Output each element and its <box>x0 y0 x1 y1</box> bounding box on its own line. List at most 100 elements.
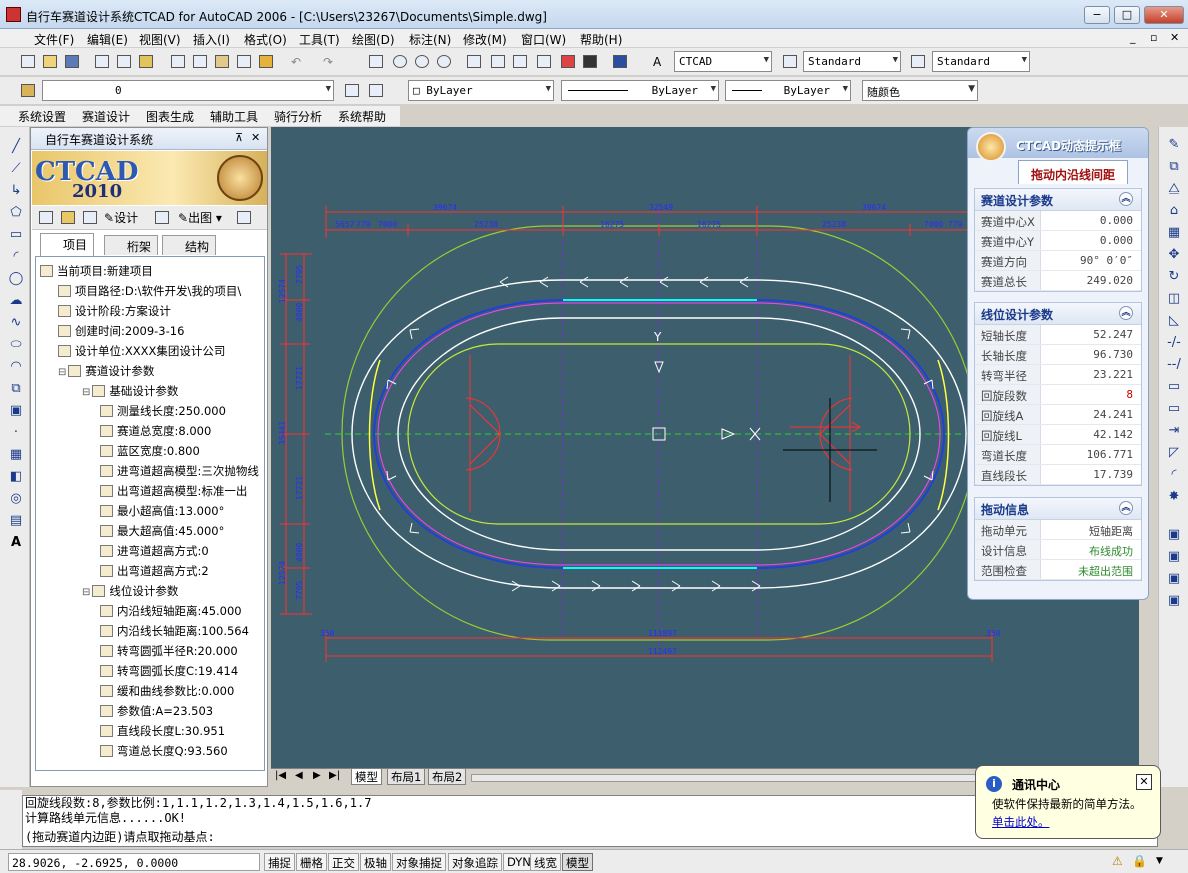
snap-toggle[interactable]: 捕捉 <box>264 853 295 871</box>
point-icon[interactable]: · <box>7 425 25 441</box>
menu-system-help[interactable]: 系统帮助 <box>338 108 386 125</box>
export-drawing-button[interactable]: ✎出图 ▾ <box>178 209 222 226</box>
ortho-toggle[interactable]: 正交 <box>328 853 359 871</box>
join-icon[interactable]: ⇥ <box>1165 423 1183 439</box>
nav-prev-icon[interactable]: ◀ <box>295 770 303 781</box>
menu-format[interactable]: 格式(O) <box>244 31 287 48</box>
linetype-select[interactable]: ByLayer <box>561 80 719 101</box>
tree-node[interactable]: 赛道总宽度:8.000 <box>100 423 211 439</box>
zoom-previous-icon[interactable] <box>434 52 454 71</box>
tree-node[interactable]: ⊟ 线位设计参数 <box>82 583 178 599</box>
layer-manager-icon[interactable] <box>18 81 38 100</box>
tree-node[interactable]: 出弯道超高模型:标准一出 <box>100 483 247 499</box>
sheet-set-icon[interactable] <box>534 52 554 71</box>
move-icon[interactable]: ✥ <box>1165 247 1183 263</box>
maximize-button[interactable]: □ <box>1114 6 1140 24</box>
lineweight-select[interactable]: ByLayer <box>725 80 851 101</box>
region-icon[interactable]: ◎ <box>7 491 25 507</box>
expand-toggle-icon[interactable]: ⊟ <box>82 587 90 598</box>
open-project-icon[interactable] <box>58 208 78 227</box>
otrack-toggle[interactable]: 对象追踪 <box>448 853 502 871</box>
minimize-button[interactable]: − <box>1084 6 1110 24</box>
cut-icon[interactable] <box>168 52 188 71</box>
doc-restore-icon[interactable]: ▫ <box>1150 31 1157 44</box>
tab-structure[interactable]: 结构 <box>162 235 217 255</box>
color-select[interactable]: □ ByLayer <box>408 80 554 101</box>
dyn-section-header[interactable]: 线位设计参数 ︽ <box>975 303 1141 325</box>
menu-file[interactable]: 文件(F) <box>34 31 74 48</box>
construction-line-icon[interactable]: ⟋ <box>7 161 25 177</box>
layer-previous-icon[interactable] <box>366 81 386 100</box>
tree-node[interactable]: 最大超高值:45.000° <box>100 523 224 539</box>
arc-icon[interactable]: ◜ <box>7 249 25 265</box>
tree-node[interactable]: 进弯道超高方式:0 <box>100 543 209 559</box>
menu-help[interactable]: 帮助(H) <box>580 31 622 48</box>
expand-toggle-icon[interactable]: ⊟ <box>82 387 90 398</box>
menu-chart-generation[interactable]: 图表生成 <box>146 108 194 125</box>
rotate-icon[interactable]: ↻ <box>1165 269 1183 285</box>
menu-dimension[interactable]: 标注(N) <box>409 31 451 48</box>
tool-palettes-icon[interactable] <box>510 52 530 71</box>
model-toggle[interactable]: 模型 <box>562 853 593 871</box>
rectangle-icon[interactable]: ▭ <box>7 227 25 243</box>
redo-icon[interactable]: ↷ <box>320 52 340 71</box>
menu-modify[interactable]: 修改(M) <box>463 31 507 48</box>
spline-icon[interactable]: ∿ <box>7 315 25 331</box>
osnap-toggle[interactable]: 对象捕捉 <box>392 853 446 871</box>
menu-tools[interactable]: 工具(T) <box>299 31 340 48</box>
tree-node[interactable]: 设计单位:XXXX集团设计公司 <box>58 343 225 359</box>
plot-style-select[interactable]: 随颜色 <box>862 80 978 101</box>
break-icon[interactable]: ▭ <box>1165 401 1183 417</box>
tab-layout1[interactable]: 布局1 <box>387 769 426 785</box>
print-icon[interactable] <box>92 52 112 71</box>
new-project-icon[interactable] <box>36 208 56 227</box>
line-icon[interactable]: ╱ <box>7 139 25 155</box>
dyn-section-header[interactable]: 拖动信息 ︽ <box>975 498 1141 520</box>
trim-icon[interactable]: -/- <box>1165 335 1183 351</box>
fillet-icon[interactable]: ◜ <box>1165 467 1183 483</box>
insert-block-icon[interactable]: ⧉ <box>7 381 25 397</box>
make-current-icon[interactable] <box>342 81 362 100</box>
copy-object-icon[interactable]: ⧉ <box>1165 159 1183 175</box>
dyn-section-header[interactable]: 赛道设计参数 ︽ <box>975 189 1141 211</box>
block-editor-icon[interactable] <box>256 52 276 71</box>
table-icon[interactable]: ▤ <box>7 513 25 529</box>
tab-model[interactable]: 模型 <box>351 769 382 785</box>
tree-node[interactable]: 直线段长度L:30.951 <box>100 723 225 739</box>
nav-next-icon[interactable]: ▶ <box>313 770 321 781</box>
explode-icon[interactable]: ✸ <box>1165 489 1183 505</box>
menu-insert[interactable]: 插入(I) <box>193 31 230 48</box>
table-style-icon[interactable] <box>908 52 928 71</box>
warning-icon[interactable]: ⚠ <box>1112 854 1123 868</box>
notify-close-button[interactable]: ✕ <box>1136 774 1152 790</box>
statusbar-menu-icon[interactable]: ▼ <box>1156 856 1163 866</box>
tree-node[interactable]: ⊟ 基础设计参数 <box>82 383 178 399</box>
menu-draw[interactable]: 绘图(D) <box>352 31 395 48</box>
pan-icon[interactable] <box>366 52 386 71</box>
break-at-point-icon[interactable]: ▭ <box>1165 379 1183 395</box>
ellipse-arc-icon[interactable]: ◠ <box>7 359 25 375</box>
tree-node[interactable]: 进弯道超高模型:三次抛物线 <box>100 463 259 479</box>
coordinates-readout[interactable]: 28.9026, -2.6925, 0.0000 <box>8 853 260 871</box>
scale-icon[interactable]: ◫ <box>1165 291 1183 307</box>
menu-window[interactable]: 窗口(W) <box>521 31 566 48</box>
undo-icon[interactable]: ↶ <box>288 52 308 71</box>
stretch-icon[interactable]: ◺ <box>1165 313 1183 329</box>
ellipse-icon[interactable]: ⬭ <box>7 337 25 353</box>
menu-aux-tools[interactable]: 辅助工具 <box>210 108 258 125</box>
zoom-window-icon[interactable] <box>412 52 432 71</box>
close-button[interactable]: ✕ <box>1144 6 1184 24</box>
draworder-below-icon[interactable]: ▣ <box>1165 593 1183 609</box>
match-properties-icon[interactable] <box>234 52 254 71</box>
collapse-icon[interactable]: ︽ <box>1119 306 1133 320</box>
menu-ride-analysis[interactable]: 骑行分析 <box>274 108 322 125</box>
tree-node[interactable]: 设计阶段:方案设计 <box>58 303 171 319</box>
tree-node[interactable]: 内沿线长轴距离:100.564 <box>100 623 249 639</box>
tree-node[interactable]: 缓和曲线参数比:0.000 <box>100 683 234 699</box>
lineweight-toggle[interactable]: 线宽 <box>530 853 561 871</box>
polar-toggle[interactable]: 极轴 <box>360 853 391 871</box>
collapse-icon[interactable]: ︽ <box>1119 501 1133 515</box>
expand-toggle-icon[interactable]: ⊟ <box>58 367 66 378</box>
zoom-realtime-icon[interactable] <box>390 52 410 71</box>
circle-icon[interactable]: ◯ <box>7 271 25 287</box>
